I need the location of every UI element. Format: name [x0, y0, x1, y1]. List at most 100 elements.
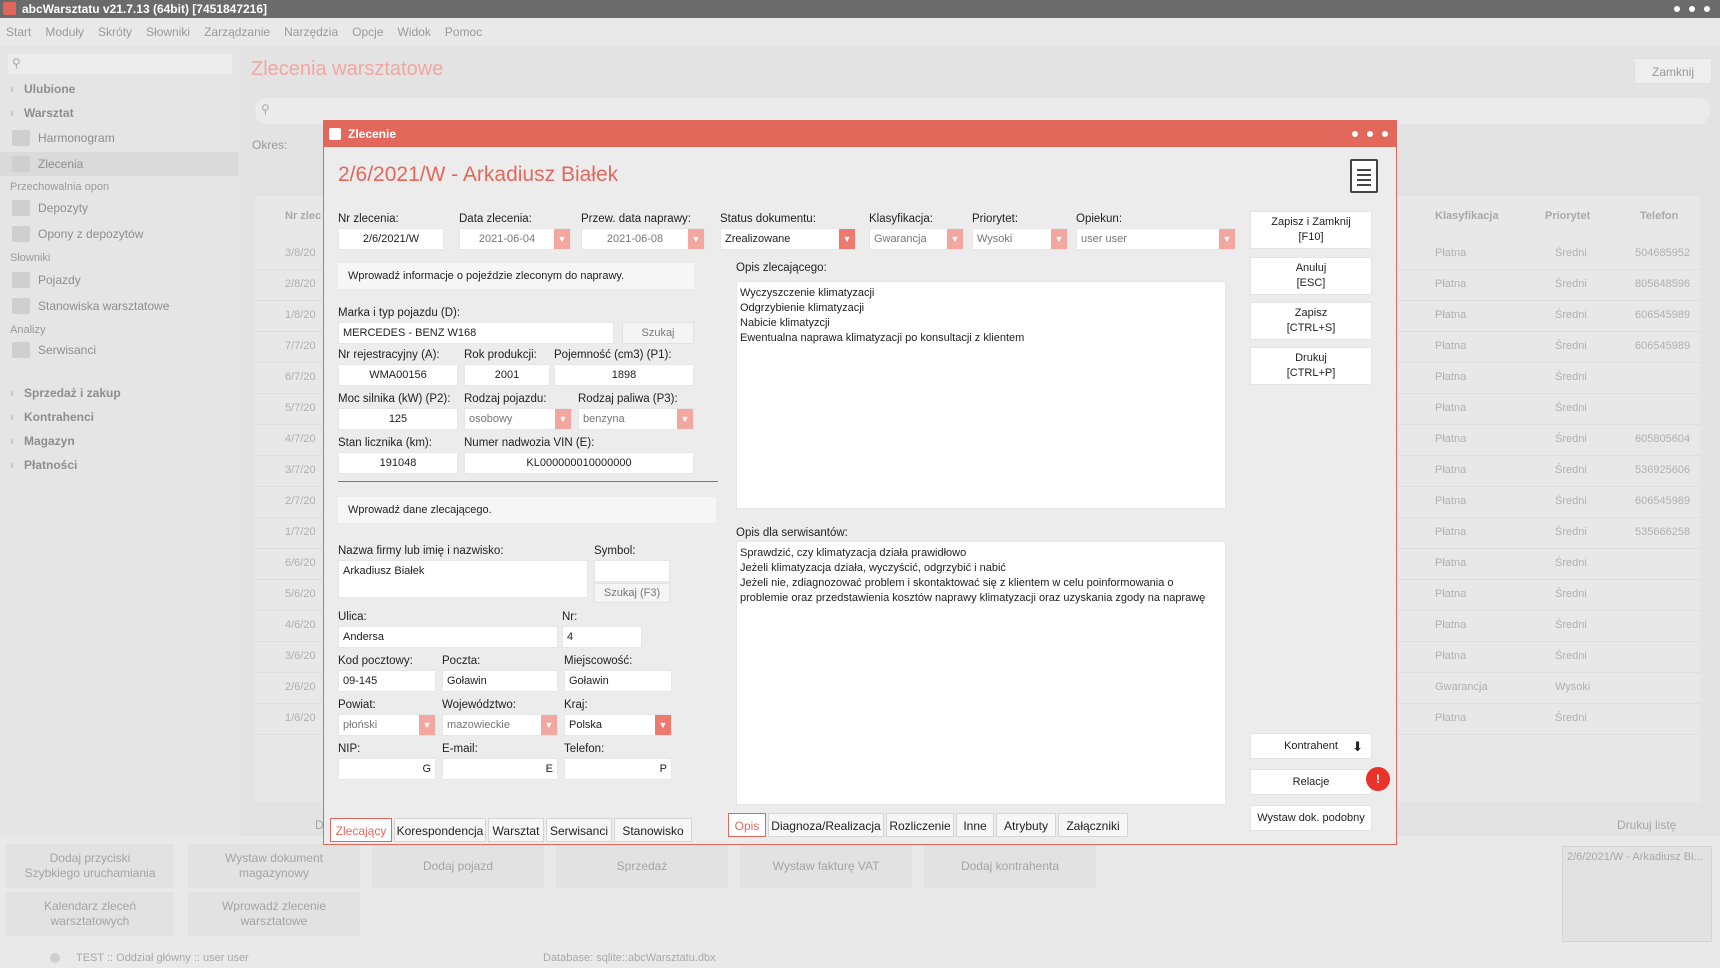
chevron-down-icon[interactable]: ▼ — [419, 715, 435, 735]
tab-rozliczenie[interactable]: Rozliczenie — [886, 813, 954, 837]
nr-domu-field[interactable]: 4 — [562, 626, 642, 648]
tab-korespondencja[interactable]: Korespondencja — [394, 818, 486, 842]
tab-serwisanci[interactable]: Serwisanci — [546, 818, 612, 842]
email-field[interactable]: E — [442, 758, 558, 780]
cancel-button[interactable]: Anuluj [ESC] — [1250, 257, 1372, 295]
paliwo-select[interactable]: benzyna ▼ — [578, 408, 694, 430]
klasyfikacja-select[interactable]: Gwarancja ▼ — [869, 228, 964, 250]
close-dot-icon[interactable] — [1382, 131, 1388, 137]
close-module-button[interactable]: Zamknij — [1634, 58, 1712, 84]
menu-zarzadzanie[interactable]: Zarządzanie — [204, 25, 270, 39]
chevron-down-icon[interactable]: ▼ — [947, 229, 963, 249]
nr-zlecenia-field[interactable]: 2/6/2021/W — [338, 228, 444, 250]
document-icon[interactable] — [1350, 159, 1378, 193]
sidebar-group-sprzedaz[interactable]: Sprzedaż i zakup — [0, 382, 238, 404]
minimize-dot-icon[interactable] — [1674, 6, 1680, 12]
issue-vat-invoice-button[interactable]: Wystaw fakturę VAT — [740, 844, 912, 888]
print-list-button[interactable]: Drukuj listę — [1617, 818, 1676, 832]
window-thumbnail[interactable]: 2/6/2021/W - Arkadiusz Bi... — [1562, 846, 1712, 942]
menu-pomoc[interactable]: Pomoc — [445, 25, 482, 39]
sidebar-group-ulubione[interactable]: Ulubione — [0, 78, 238, 100]
similar-doc-button[interactable]: Wystaw dok. podobny — [1250, 805, 1372, 831]
grid-header-telefon[interactable]: Telefon — [1640, 196, 1678, 236]
sidebar-item-zlecenia[interactable]: Zlecenia — [0, 152, 238, 176]
grid-header-nr[interactable]: Nr zlec — [285, 196, 321, 236]
opis-textarea[interactable]: Wyczyszczenie klimatyzacji Odgrzybienie … — [736, 281, 1226, 509]
sidebar-group-warsztat[interactable]: Warsztat — [0, 102, 238, 124]
sidebar-item-opony[interactable]: Opony z depozytów — [0, 222, 238, 246]
kod-field[interactable]: 09-145 — [338, 670, 436, 692]
rok-field[interactable]: 2001 — [464, 364, 550, 386]
menu-moduly[interactable]: Moduły — [45, 25, 84, 39]
window-controls[interactable] — [1674, 0, 1710, 18]
opiekun-select[interactable]: user user ▼ — [1076, 228, 1236, 250]
maximize-dot-icon[interactable] — [1367, 131, 1373, 137]
add-contractor-button[interactable]: Dodaj kontrahenta — [924, 844, 1096, 888]
tab-stanowisko[interactable]: Stanowisko — [614, 818, 692, 842]
chevron-down-icon[interactable]: ▼ — [688, 229, 704, 249]
sidebar-item-harmonogram[interactable]: Harmonogram — [0, 126, 238, 150]
sidebar-search-input[interactable]: ⚲ — [8, 54, 232, 74]
menu-skroty[interactable]: Skróty — [98, 25, 132, 39]
gus-button[interactable]: G — [422, 759, 431, 779]
add-vehicle-button[interactable]: Dodaj pojazd — [372, 844, 544, 888]
dialog-window-controls[interactable] — [1352, 121, 1388, 147]
orders-calendar-button[interactable]: Kalendarz zleceń warsztatowych — [6, 892, 174, 936]
ulica-field[interactable]: Andersa — [338, 626, 558, 648]
chevron-down-icon[interactable]: ▼ — [677, 409, 693, 429]
contractor-button[interactable]: Kontrahent ⬇ — [1250, 733, 1372, 759]
phone-button[interactable]: P — [660, 759, 667, 779]
priorytet-select[interactable]: Wysoki ▼ — [972, 228, 1068, 250]
print-button[interactable]: Drukuj [CTRL+P] — [1250, 347, 1372, 385]
sidebar-group-platnosci[interactable]: Płatności — [0, 454, 238, 476]
email-button[interactable]: E — [546, 759, 553, 779]
tab-warsztat[interactable]: Warsztat — [488, 818, 544, 842]
tab-zlecajacy[interactable]: Zlecający — [330, 818, 392, 842]
chevron-down-icon[interactable]: ▼ — [555, 409, 571, 429]
tab-atrybuty[interactable]: Atrybuty — [996, 813, 1056, 837]
poczta-field[interactable]: Goławin — [442, 670, 558, 692]
nip-field[interactable]: G — [338, 758, 436, 780]
save-close-button[interactable]: Zapisz i Zamknij [F10] — [1250, 211, 1372, 249]
sidebar-item-pojazdy[interactable]: Pojazdy — [0, 268, 238, 292]
alert-badge-icon[interactable]: ! — [1366, 767, 1390, 791]
miejscowosc-field[interactable]: Goławin — [564, 670, 672, 692]
szukaj-vehicle-button[interactable]: Szukaj — [622, 322, 694, 344]
opis-serw-textarea[interactable]: Sprawdzić, czy klimatyzacja działa prawi… — [736, 541, 1226, 805]
grid-header-priorytet[interactable]: Priorytet — [1545, 196, 1590, 236]
menu-start[interactable]: Start — [6, 25, 31, 39]
wojewodztwo-select[interactable]: mazowieckie ▼ — [442, 714, 558, 736]
szukaj-f3-button[interactable]: Szukaj (F3) — [594, 583, 670, 603]
grid-header-klasyfikacja[interactable]: Klasyfikacja — [1435, 196, 1499, 236]
rej-field[interactable]: WMA00156 — [338, 364, 458, 386]
przew-data-field[interactable]: 2021-06-08 ▼ — [581, 228, 705, 250]
nazwa-field[interactable]: Arkadiusz Białek — [338, 560, 588, 598]
sidebar-item-depozyty[interactable]: Depozyty — [0, 196, 238, 220]
close-dot-icon[interactable] — [1704, 6, 1710, 12]
maximize-dot-icon[interactable] — [1689, 6, 1695, 12]
poj-field[interactable]: 1898 — [554, 364, 694, 386]
symbol-field[interactable] — [594, 560, 670, 582]
moc-field[interactable]: 125 — [338, 408, 458, 430]
chevron-down-icon[interactable]: ▼ — [839, 229, 855, 249]
powiat-select[interactable]: płoński ▼ — [338, 714, 436, 736]
chevron-down-icon[interactable]: ▼ — [655, 715, 671, 735]
new-order-button[interactable]: Wprowadź zlecenie warsztatowe — [188, 892, 360, 936]
menu-slowniki[interactable]: Słowniki — [146, 25, 190, 39]
chevron-down-icon[interactable]: ▼ — [1051, 229, 1067, 249]
minimize-dot-icon[interactable] — [1352, 131, 1358, 137]
save-button[interactable]: Zapisz [CTRL+S] — [1250, 302, 1372, 340]
chevron-down-icon[interactable]: ▼ — [554, 229, 570, 249]
rodzaj-select[interactable]: osobowy ▼ — [464, 408, 572, 430]
sale-button[interactable]: Sprzedaż — [556, 844, 728, 888]
tab-zalaczniki[interactable]: Załączniki — [1058, 813, 1128, 837]
chevron-down-icon[interactable]: ▼ — [541, 715, 557, 735]
menu-opcje[interactable]: Opcje — [352, 25, 383, 39]
tab-opis[interactable]: Opis — [728, 813, 766, 837]
sidebar-item-stanowiska[interactable]: Stanowiska warsztatowe — [0, 294, 238, 318]
licznik-field[interactable]: 191048 — [338, 452, 458, 474]
issue-warehouse-doc-button[interactable]: Wystaw dokument magazynowy — [188, 844, 360, 888]
sidebar-item-serwisanci[interactable]: Serwisanci — [0, 338, 238, 362]
sidebar-group-magazyn[interactable]: Magazyn — [0, 430, 238, 452]
menu-narzedzia[interactable]: Narzędzia — [284, 25, 338, 39]
